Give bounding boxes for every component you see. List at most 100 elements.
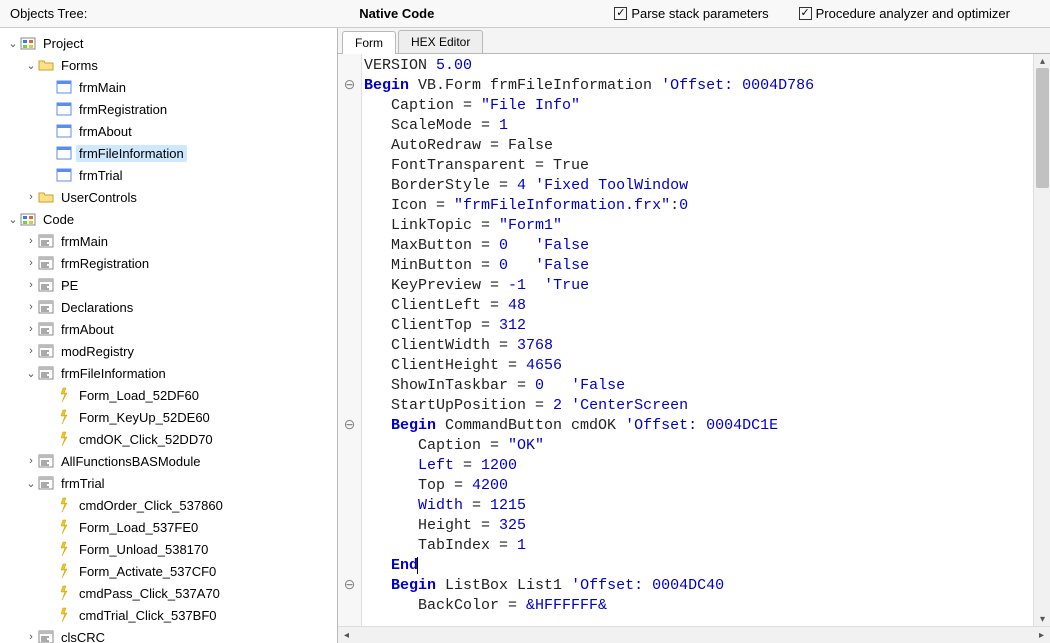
expand-open-icon[interactable]: ⌄ [24, 477, 38, 490]
tree-item[interactable]: ›Declarations [6, 296, 337, 318]
vertical-scrollbar[interactable]: ▴ ▾ [1033, 54, 1050, 626]
horizontal-scrollbar[interactable]: ◂ ▸ [338, 626, 1050, 643]
code-editor[interactable]: VERSION 5.00Begin VB.Form frmFileInforma… [362, 54, 1033, 626]
scroll-thumb[interactable] [1036, 68, 1049, 188]
fold-icon[interactable]: ⊖ [338, 416, 361, 436]
code-line[interactable]: Width = 1215 [364, 496, 1033, 516]
tree-item[interactable]: Form_Activate_537CF0 [6, 560, 337, 582]
tab-hex-editor[interactable]: HEX Editor [398, 30, 483, 53]
tree-item[interactable]: cmdOK_Click_52DD70 [6, 428, 337, 450]
code-line[interactable]: Caption = "File Info" [364, 96, 1033, 116]
tree-item[interactable]: ›modRegistry [6, 340, 337, 362]
tree-item[interactable]: cmdTrial_Click_537BF0 [6, 604, 337, 626]
code-line[interactable]: LinkTopic = "Form1" [364, 216, 1033, 236]
scroll-left-icon[interactable]: ◂ [338, 630, 355, 641]
tree-item[interactable]: ⌄Code [6, 208, 337, 230]
tree-item[interactable]: Form_Unload_538170 [6, 538, 337, 560]
tree-item[interactable]: cmdPass_Click_537A70 [6, 582, 337, 604]
tab-form[interactable]: Form [342, 31, 396, 54]
tree-item[interactable]: ⌄frmTrial [6, 472, 337, 494]
scroll-up-icon[interactable]: ▴ [1034, 54, 1050, 68]
expand-closed-icon[interactable]: › [24, 631, 38, 643]
expand-closed-icon[interactable]: › [24, 279, 38, 291]
expand-open-icon[interactable]: ⌄ [24, 367, 38, 380]
text-caret [417, 557, 418, 574]
code-line[interactable]: ShowInTaskbar = 0 'False [364, 376, 1033, 396]
code-line[interactable]: AutoRedraw = False [364, 136, 1033, 156]
expand-closed-icon[interactable]: › [24, 191, 38, 203]
code-line[interactable]: Begin CommandButton cmdOK 'Offset: 0004D… [364, 416, 1033, 436]
expand-closed-icon[interactable]: › [24, 235, 38, 247]
tree-item[interactable]: ›frmMain [6, 230, 337, 252]
code-line[interactable]: Caption = "OK" [364, 436, 1033, 456]
tree-item[interactable]: Form_KeyUp_52DE60 [6, 406, 337, 428]
expand-closed-icon[interactable]: › [24, 345, 38, 357]
tree-item[interactable]: › AllFunctionsBASModule [6, 450, 337, 472]
tree-item[interactable]: frmAbout [6, 120, 337, 142]
procedure-analyzer-checkbox[interactable]: ✓ Procedure analyzer and optimizer [799, 6, 1010, 21]
tree-item[interactable]: Form_Load_537FE0 [6, 516, 337, 538]
expand-closed-icon[interactable]: › [24, 455, 38, 467]
tree-item[interactable]: › frmAbout [6, 318, 337, 340]
code-line[interactable]: ClientTop = 312 [364, 316, 1033, 336]
code-line[interactable]: Left = 1200 [364, 456, 1033, 476]
code-line[interactable]: VERSION 5.00 [364, 56, 1033, 76]
code-line[interactable]: Top = 4200 [364, 476, 1033, 496]
tree-item-label: frmAbout [58, 321, 117, 338]
tree-item[interactable]: ›UserControls [6, 186, 337, 208]
gutter-blank [338, 156, 361, 176]
code-line[interactable]: ClientLeft = 48 [364, 296, 1033, 316]
token-num: 0 [499, 237, 508, 254]
code-line[interactable]: Height = 325 [364, 516, 1033, 536]
tree-item[interactable]: ›clsCRC [6, 626, 337, 643]
project-icon [20, 211, 36, 227]
tree-item-label: AllFunctionsBASModule [58, 453, 203, 470]
fold-icon[interactable]: ⊖ [338, 76, 361, 96]
code-line[interactable]: End [364, 556, 1033, 576]
gutter-blank [338, 296, 361, 316]
tree-item-label: cmdOK_Click_52DD70 [76, 431, 216, 448]
tree-item-label: PE [58, 277, 81, 294]
tree-item[interactable]: ⌄frmFileInformation [6, 362, 337, 384]
code-line[interactable]: MinButton = 0 'False [364, 256, 1033, 276]
code-line[interactable]: KeyPreview = -1 'True [364, 276, 1033, 296]
code-line[interactable]: ScaleMode = 1 [364, 116, 1033, 136]
code-line[interactable]: Begin ListBox List1 'Offset: 0004DC40 [364, 576, 1033, 596]
expand-closed-icon[interactable]: › [24, 257, 38, 269]
tree-item[interactable]: ⌄Forms [6, 54, 337, 76]
code-line[interactable]: Begin VB.Form frmFileInformation 'Offset… [364, 76, 1033, 96]
code-icon [38, 255, 54, 271]
tree-item[interactable]: › PE [6, 274, 337, 296]
tree-item[interactable]: ⌄Project [6, 32, 337, 54]
fold-icon[interactable]: ⊖ [338, 576, 361, 596]
tree-item[interactable]: frmFileInformation [6, 142, 337, 164]
scroll-right-icon[interactable]: ▸ [1033, 630, 1050, 641]
code-line[interactable]: FontTransparent = True [364, 156, 1033, 176]
code-line[interactable]: TabIndex = 1 [364, 536, 1033, 556]
token-plain: CommandButton cmdOK [436, 417, 625, 434]
token-plain: ClientHeight = [391, 357, 526, 374]
expand-closed-icon[interactable]: › [24, 323, 38, 335]
tree-item[interactable]: frmRegistration [6, 98, 337, 120]
code-line[interactable]: BorderStyle = 4 'Fixed ToolWindow [364, 176, 1033, 196]
expand-open-icon[interactable]: ⌄ [6, 37, 20, 50]
token-plain: KeyPreview = [391, 277, 508, 294]
tree-item[interactable]: ›frmRegistration [6, 252, 337, 274]
code-line[interactable]: ClientHeight = 4656 [364, 356, 1033, 376]
tree-item[interactable]: frmMain [6, 76, 337, 98]
parse-stack-checkbox[interactable]: ✓ Parse stack parameters [614, 6, 768, 21]
code-line[interactable]: BackColor = &HFFFFFF& [364, 596, 1033, 616]
code-line[interactable]: StartUpPosition = 2 'CenterScreen [364, 396, 1033, 416]
tree-item[interactable]: frmTrial [6, 164, 337, 186]
scroll-down-icon[interactable]: ▾ [1034, 612, 1050, 626]
code-line[interactable]: ClientWidth = 3768 [364, 336, 1033, 356]
expand-open-icon[interactable]: ⌄ [24, 59, 38, 72]
code-line[interactable]: MaxButton = 0 'False [364, 236, 1033, 256]
code-line[interactable]: Icon = "frmFileInformation.frx":0 [364, 196, 1033, 216]
expand-closed-icon[interactable]: › [24, 301, 38, 313]
expand-open-icon[interactable]: ⌄ [6, 213, 20, 226]
tree-item-label: frmMain [76, 79, 129, 96]
tree-item[interactable]: cmdOrder_Click_537860 [6, 494, 337, 516]
tree-item[interactable]: Form_Load_52DF60 [6, 384, 337, 406]
objects-tree[interactable]: ⌄Project⌄FormsfrmMainfrmRegistrationfrmA… [0, 28, 338, 643]
